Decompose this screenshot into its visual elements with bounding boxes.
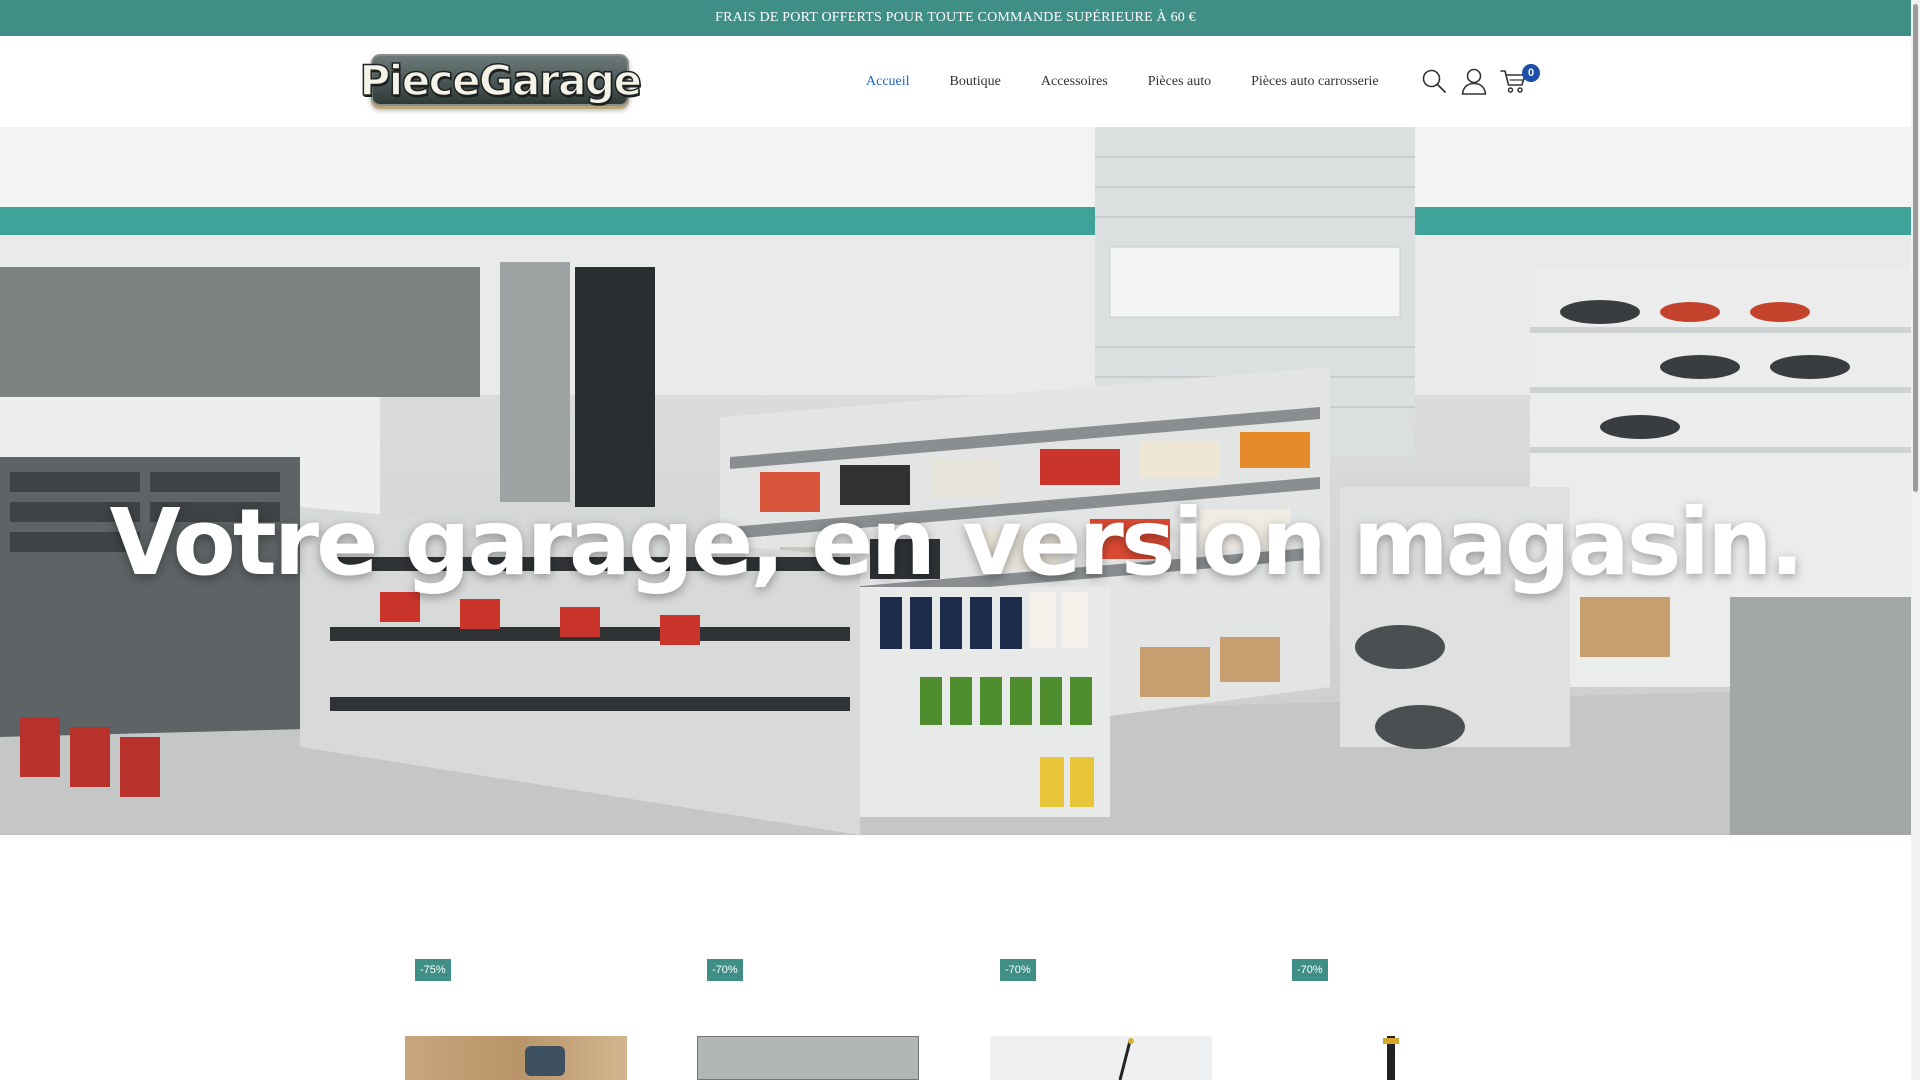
scrollbar-thumb[interactable] <box>1913 4 1918 492</box>
product-image[interactable] <box>1282 1036 1504 1080</box>
promo-bar: FRAIS DE PORT OFFERTS POUR TOUTE COMMAND… <box>0 0 1911 36</box>
cart-count-badge: 0 <box>1522 64 1540 82</box>
discount-badge: -75% <box>415 959 451 981</box>
nav-item-boutique[interactable]: Boutique <box>950 74 1001 90</box>
promo-text: FRAIS DE PORT OFFERTS POUR TOUTE COMMAND… <box>715 10 1196 25</box>
discount-badge: -70% <box>1000 959 1036 981</box>
nav-item-accessoires[interactable]: Accessoires <box>1041 74 1108 90</box>
product-image[interactable] <box>697 1036 919 1080</box>
nav-item-pieces-auto-carrosserie[interactable]: Pièces auto carrosserie <box>1251 74 1379 90</box>
product-grid: -75% -70% -70% -70% <box>0 835 1911 1080</box>
search-icon[interactable] <box>1421 68 1447 94</box>
nav-item-pieces-auto[interactable]: Pièces auto <box>1148 74 1211 90</box>
nav-item-accueil[interactable]: Accueil <box>866 74 910 90</box>
user-icon[interactable] <box>1461 67 1487 95</box>
main-nav: Accueil Boutique Accessoires Pièces auto… <box>866 36 1379 127</box>
product-image[interactable] <box>990 1036 1212 1080</box>
hero-banner: Votre garage, en version magasin. <box>0 127 1911 835</box>
site-header: PieceGarage Accueil Boutique Accessoires… <box>0 36 1911 128</box>
hero-headline: Votre garage, en version magasin. <box>109 489 1804 596</box>
logo-text: PieceGarage <box>359 55 643 106</box>
hero-garage-store-image <box>0 127 1911 835</box>
discount-badge: -70% <box>1292 959 1328 981</box>
discount-badge: -70% <box>707 959 743 981</box>
product-image[interactable] <box>405 1036 627 1080</box>
site-logo[interactable]: PieceGarage <box>359 54 643 106</box>
